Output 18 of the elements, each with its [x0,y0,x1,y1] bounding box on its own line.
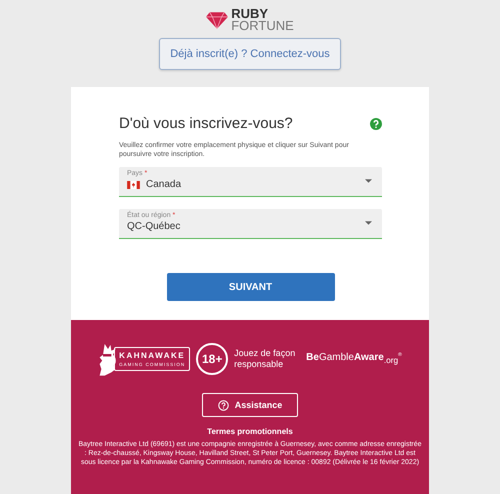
assistance-button[interactable]: Assistance [202,393,298,417]
responsible-text: Jouez de façon responsable [234,348,296,370]
caret-icon [365,221,372,225]
flag-icon [127,180,140,188]
promo-link[interactable]: Termes promotionnels [207,427,293,436]
gamble-aware-logo: BeGambleAware$_{.org}$ [306,352,398,365]
logo-text: RUBY [231,8,268,20]
next-button[interactable]: SUIVANT [166,273,334,301]
login-button[interactable]: Déjà inscrit(e) ? Connectez-vous [159,38,341,70]
form-title: D'où vous inscrivez-vous? [119,115,293,132]
field-value: QC-Québec [127,221,180,232]
help-icon[interactable] [370,118,382,130]
logo-subtext: FORTUNE [231,20,294,32]
caret-icon [365,179,372,183]
age-badge: 18+ [196,342,228,374]
gem-icon [206,12,228,28]
field-value: Canada [146,179,182,190]
help-icon [218,400,229,410]
